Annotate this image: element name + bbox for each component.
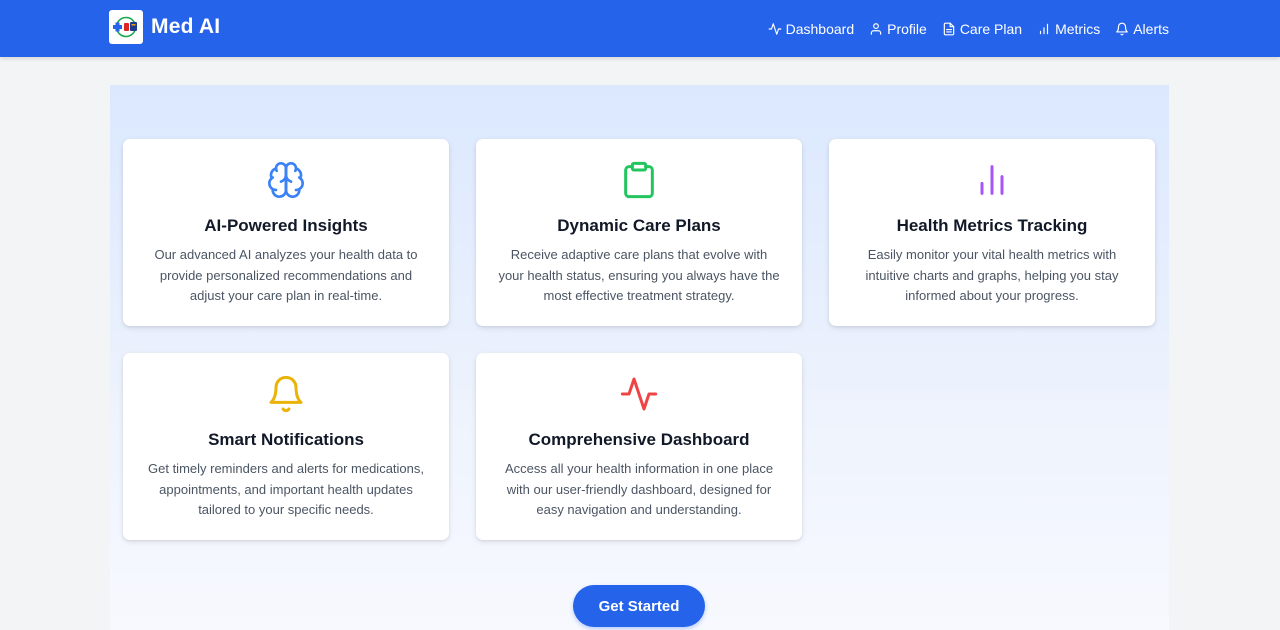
brand-link[interactable]: Med AI — [109, 10, 220, 44]
feature-description: Access all your health information in on… — [504, 461, 774, 517]
feature-title: Dynamic Care Plans — [557, 216, 721, 235]
feature-card-ai-insights: AI-Powered Insights Our advanced AI anal… — [123, 139, 449, 326]
nav-care-plan-label: Care Plan — [959, 20, 1023, 37]
nav-profile[interactable]: Profile — [869, 21, 927, 37]
feature-description: Easily monitor your vital health metrics… — [865, 247, 1119, 303]
activity-icon — [768, 22, 782, 35]
clipboard-icon — [624, 161, 654, 199]
bell-icon — [1116, 22, 1129, 35]
brain-icon — [268, 162, 304, 198]
feature-title: Comprehensive Dashboard — [528, 430, 750, 449]
feature-card-notifications: Smart Notifications Get timely reminders… — [123, 353, 449, 540]
bar-chart-icon — [980, 165, 1004, 195]
nav-metrics[interactable]: Metrics — [1037, 21, 1100, 37]
bar-chart-icon — [1039, 23, 1049, 34]
feature-description: Receive adaptive care plans that evolve … — [498, 247, 780, 303]
feature-title: Smart Notifications — [208, 430, 364, 449]
get-started-button[interactable]: Get Started — [573, 585, 705, 627]
nav-care-plan[interactable]: Care Plan — [942, 21, 1022, 37]
feature-title: Health Metrics Tracking — [896, 216, 1088, 235]
app-name: Med AI — [151, 15, 221, 38]
nav-metrics-label: Metrics — [1055, 20, 1101, 37]
feature-card-dashboard: Comprehensive Dashboard Access all your … — [476, 353, 802, 540]
nav-dashboard[interactable]: Dashboard — [768, 20, 855, 37]
file-text-icon — [943, 22, 955, 35]
feature-card-care-plans: Dynamic Care Plans Receive adaptive care… — [476, 139, 802, 326]
feature-title: AI-Powered Insights — [204, 216, 368, 235]
nav-alerts[interactable]: Alerts — [1115, 21, 1169, 37]
navbar: Med AI Dashboard Profile Care Plan Metri… — [0, 0, 1280, 57]
user-icon — [870, 22, 882, 35]
feature-description: Our advanced AI analyzes your health dat… — [154, 247, 418, 303]
bell-icon — [269, 375, 303, 413]
feature-card-metrics: Health Metrics Tracking Easily monitor y… — [829, 139, 1155, 326]
nav-alerts-label: Alerts — [1133, 20, 1169, 37]
nav-links: Dashboard Profile Care Plan Metrics Aler… — [768, 0, 1169, 57]
nav-dashboard-label: Dashboard — [785, 20, 855, 37]
activity-icon — [620, 377, 658, 411]
logo-icon — [109, 10, 143, 44]
nav-profile-label: Profile — [887, 20, 927, 37]
feature-description: Get timely reminders and alerts for medi… — [148, 461, 424, 517]
